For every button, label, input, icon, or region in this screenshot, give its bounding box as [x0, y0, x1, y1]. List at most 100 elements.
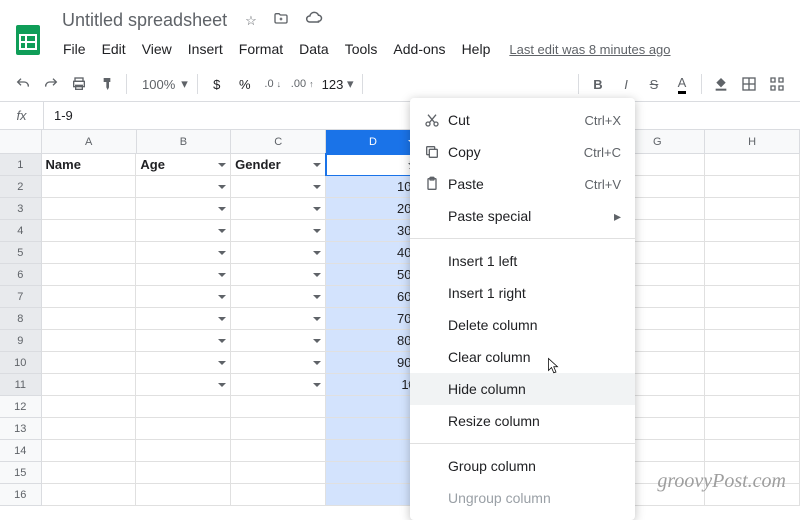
cell[interactable] [136, 352, 231, 374]
cell[interactable] [136, 242, 231, 264]
cell[interactable] [136, 374, 231, 396]
cell[interactable] [705, 440, 800, 462]
cell[interactable] [231, 220, 326, 242]
cell[interactable]: 80- [326, 330, 421, 352]
cell[interactable] [136, 308, 231, 330]
cell[interactable] [705, 286, 800, 308]
column-header[interactable]: B [137, 130, 232, 154]
menu-addons[interactable]: Add-ons [386, 37, 452, 61]
cell[interactable]: Age [136, 154, 231, 176]
document-title[interactable]: Untitled spreadsheet [56, 8, 233, 33]
decrease-decimal-button[interactable]: .0 ↓ [260, 71, 286, 97]
cell[interactable]: 30- [326, 220, 421, 242]
menu-format[interactable]: Format [232, 37, 290, 61]
increase-decimal-button[interactable]: .00 ↑ [288, 71, 317, 97]
context-menu-item[interactable]: CutCtrl+X [410, 104, 635, 136]
row-header[interactable]: 15 [0, 462, 42, 484]
row-header[interactable]: 7 [0, 286, 42, 308]
cell[interactable] [705, 176, 800, 198]
cell[interactable] [42, 286, 137, 308]
column-header[interactable]: H [705, 130, 800, 154]
cell[interactable] [231, 440, 326, 462]
context-menu-item[interactable]: Group column [410, 450, 635, 482]
cell[interactable] [705, 374, 800, 396]
row-header[interactable]: 11 [0, 374, 42, 396]
cell[interactable] [42, 264, 137, 286]
sheets-logo-icon[interactable] [10, 21, 46, 57]
cell[interactable] [136, 220, 231, 242]
cell[interactable] [136, 440, 231, 462]
currency-button[interactable]: $ [204, 71, 230, 97]
cell[interactable]: 60- [326, 286, 421, 308]
cell[interactable] [231, 462, 326, 484]
merge-cells-button[interactable] [764, 71, 790, 97]
cell[interactable]: 50- [326, 264, 421, 286]
undo-button[interactable] [10, 71, 36, 97]
row-header[interactable]: 2 [0, 176, 42, 198]
cell[interactable] [136, 462, 231, 484]
context-menu-item[interactable]: Paste special▸ [410, 200, 635, 232]
cell[interactable]: 70- [326, 308, 421, 330]
row-header[interactable]: 9 [0, 330, 42, 352]
row-header[interactable]: 3 [0, 198, 42, 220]
cell[interactable] [705, 264, 800, 286]
cell[interactable] [42, 352, 137, 374]
print-button[interactable] [66, 71, 92, 97]
cell[interactable] [42, 198, 137, 220]
cell[interactable] [705, 220, 800, 242]
cell[interactable] [42, 374, 137, 396]
cell[interactable] [136, 176, 231, 198]
cell[interactable] [42, 330, 137, 352]
cell[interactable] [42, 484, 137, 506]
italic-button[interactable]: I [613, 71, 639, 97]
cell[interactable] [231, 242, 326, 264]
cell[interactable]: Gender [231, 154, 326, 176]
cell[interactable] [136, 484, 231, 506]
cell[interactable] [705, 396, 800, 418]
cell[interactable] [326, 396, 421, 418]
cell[interactable]: 10 [326, 374, 421, 396]
last-edit-link[interactable]: Last edit was 8 minutes ago [509, 42, 670, 57]
fill-color-button[interactable] [708, 71, 734, 97]
cell[interactable] [136, 286, 231, 308]
row-header[interactable]: 5 [0, 242, 42, 264]
zoom-select[interactable]: 100%▾ [133, 71, 191, 97]
cell[interactable] [705, 330, 800, 352]
star-icon[interactable]: ☆ [241, 9, 261, 33]
row-header[interactable]: 4 [0, 220, 42, 242]
bold-button[interactable]: B [585, 71, 611, 97]
select-all-corner[interactable] [0, 130, 42, 154]
cell[interactable] [42, 462, 137, 484]
cell[interactable] [231, 374, 326, 396]
cell[interactable] [42, 396, 137, 418]
cell[interactable] [231, 352, 326, 374]
borders-button[interactable] [736, 71, 762, 97]
cell[interactable]: 1 [326, 154, 421, 176]
cell[interactable] [705, 418, 800, 440]
cell[interactable] [705, 198, 800, 220]
row-header[interactable]: 6 [0, 264, 42, 286]
cell[interactable] [136, 330, 231, 352]
column-header[interactable]: D [326, 130, 421, 154]
context-menu-item[interactable]: Delete column [410, 309, 635, 341]
cell[interactable] [136, 264, 231, 286]
redo-button[interactable] [38, 71, 64, 97]
context-menu-item[interactable]: CopyCtrl+C [410, 136, 635, 168]
cell[interactable] [705, 242, 800, 264]
cell[interactable] [136, 418, 231, 440]
percent-button[interactable]: % [232, 71, 258, 97]
row-header[interactable]: 12 [0, 396, 42, 418]
strikethrough-button[interactable]: S [641, 71, 667, 97]
cell[interactable] [705, 154, 800, 176]
cell[interactable]: 90- [326, 352, 421, 374]
menu-file[interactable]: File [56, 37, 93, 61]
cell[interactable] [231, 286, 326, 308]
cell[interactable] [326, 462, 421, 484]
paint-format-button[interactable] [94, 71, 120, 97]
menu-edit[interactable]: Edit [95, 37, 133, 61]
cell[interactable]: 40- [326, 242, 421, 264]
row-header[interactable]: 1 [0, 154, 42, 176]
cell[interactable] [231, 176, 326, 198]
cell[interactable] [231, 198, 326, 220]
cell[interactable]: 20- [326, 198, 421, 220]
